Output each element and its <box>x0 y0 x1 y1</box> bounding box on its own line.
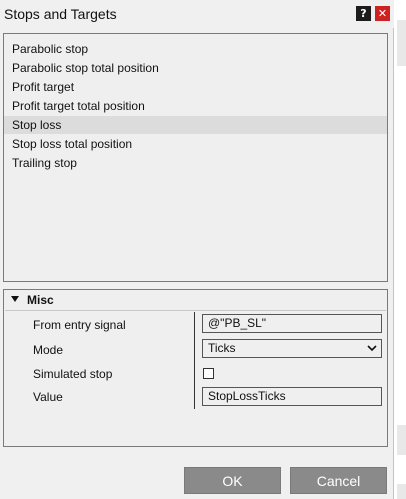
background-window-edge <box>394 0 406 499</box>
stops-targets-list: Parabolic stop Parabolic stop total posi… <box>3 33 388 282</box>
value-label: Value <box>33 390 63 404</box>
list-item-profit-target-total-position[interactable]: Profit target total position <box>4 97 387 115</box>
value-field[interactable]: StopLossTicks <box>202 387 382 406</box>
list-item-stop-loss[interactable]: Stop loss <box>4 116 387 134</box>
misc-section-title: Misc <box>27 293 54 307</box>
mode-label: Mode <box>33 343 64 357</box>
list-item-parabolic-stop[interactable]: Parabolic stop <box>4 40 387 58</box>
list-item-trailing-stop[interactable]: Trailing stop <box>4 154 387 172</box>
column-divider[interactable] <box>194 312 195 409</box>
stops-and-targets-dialog: Stops and Targets ? ✕ Parabolic stop Par… <box>0 0 394 499</box>
section-divider <box>5 310 386 311</box>
list-item-stop-loss-total-position[interactable]: Stop loss total position <box>4 135 387 153</box>
property-grid: Misc From entry signal @"PB_SL" Mode Tic… <box>3 289 388 447</box>
simulated-stop-label: Simulated stop <box>33 367 113 381</box>
from-entry-signal-label: From entry signal <box>33 318 126 332</box>
mode-value: Ticks <box>208 341 236 355</box>
list-item-parabolic-stop-total-position[interactable]: Parabolic stop total position <box>4 59 387 77</box>
simulated-stop-checkbox[interactable] <box>203 368 214 379</box>
misc-section-header[interactable]: Misc <box>4 290 387 310</box>
close-button[interactable]: ✕ <box>375 6 390 21</box>
list-item-profit-target[interactable]: Profit target <box>4 78 387 96</box>
dialog-title: Stops and Targets <box>4 6 117 22</box>
collapse-arrow-icon[interactable] <box>11 296 19 302</box>
title-bar[interactable]: Stops and Targets ? ✕ <box>0 0 394 28</box>
ok-button[interactable]: OK <box>184 467 281 494</box>
from-entry-signal-field[interactable]: @"PB_SL" <box>202 314 382 333</box>
help-button[interactable]: ? <box>356 6 371 21</box>
chevron-down-icon <box>367 345 377 352</box>
mode-select[interactable]: Ticks <box>202 339 382 358</box>
cancel-button[interactable]: Cancel <box>290 467 387 494</box>
